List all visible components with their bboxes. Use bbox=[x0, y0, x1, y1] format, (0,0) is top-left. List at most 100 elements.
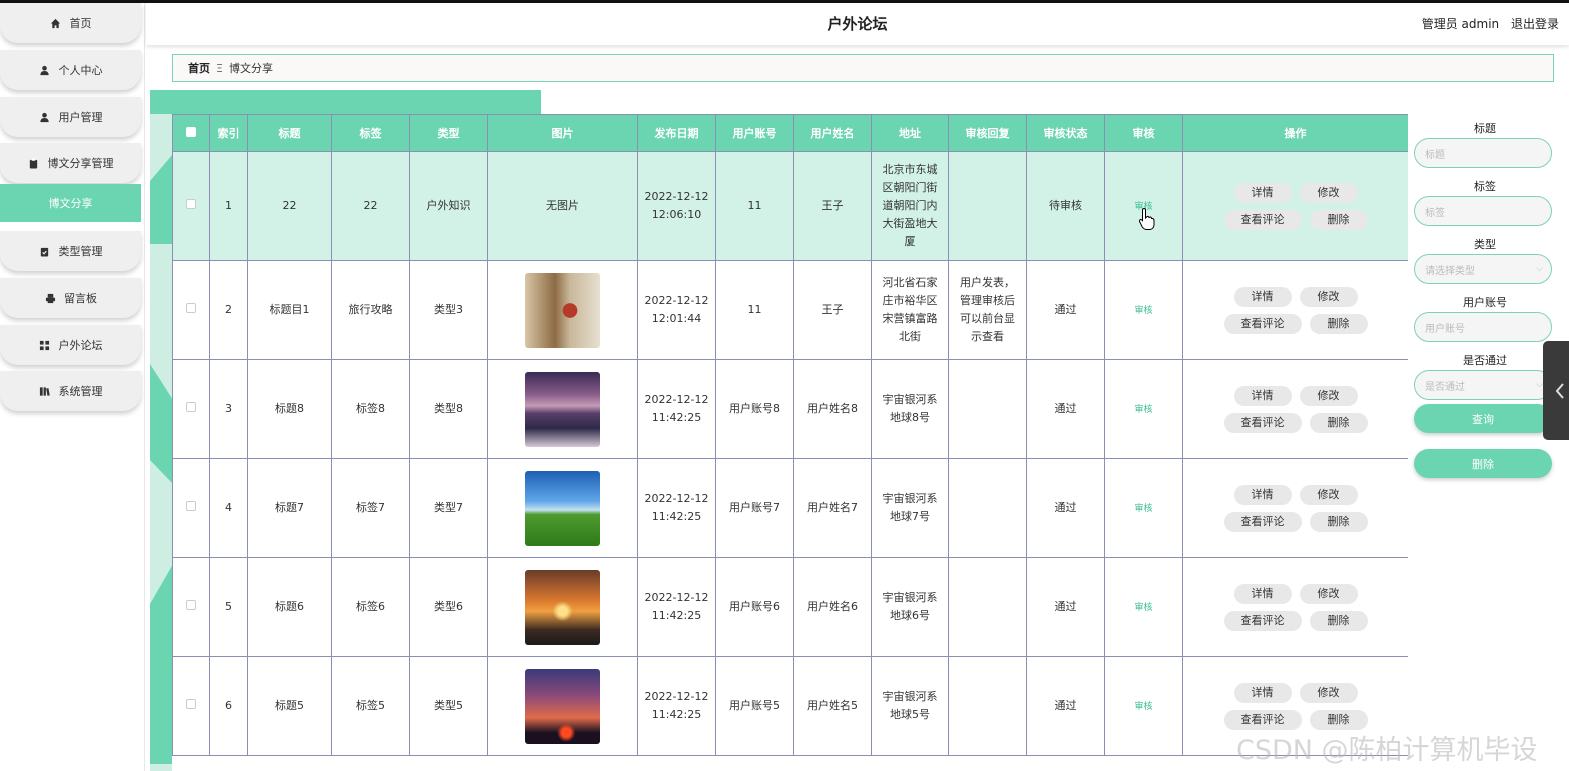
tag-filter-label: 标签 bbox=[1474, 180, 1496, 193]
sidebar-item-message-board[interactable]: 留言板 bbox=[0, 278, 141, 318]
row-checkbox[interactable] bbox=[186, 402, 196, 412]
address-cell: 宇宙银河系地球6号 bbox=[871, 557, 949, 657]
row-select-cell[interactable] bbox=[172, 260, 210, 360]
sidebar-item-blog-share[interactable]: 博文分享 bbox=[0, 184, 141, 222]
audit-link[interactable]: 审核 bbox=[1134, 603, 1152, 613]
audit-link[interactable]: 审核 bbox=[1134, 306, 1152, 316]
sidebar-item-user-management[interactable]: 用户管理 bbox=[0, 97, 141, 137]
side-drawer-tab[interactable] bbox=[1543, 341, 1569, 440]
detail-button[interactable]: 详情 bbox=[1233, 583, 1292, 604]
post-thumbnail[interactable] bbox=[525, 470, 600, 546]
audit-cell: 审核 bbox=[1104, 359, 1183, 459]
breadcrumb-home[interactable]: 首页 bbox=[188, 60, 210, 76]
name-cell: 王子 bbox=[793, 260, 872, 360]
address-cell: 北京市东城区朝阳门街道朝阳门内大街盈地大厦 bbox=[871, 151, 949, 261]
image-cell bbox=[487, 656, 638, 756]
delete-button[interactable]: 删除 bbox=[1309, 511, 1368, 532]
reply-cell bbox=[948, 151, 1027, 261]
edit-button[interactable]: 修改 bbox=[1299, 182, 1358, 203]
name-cell: 用户姓名5 bbox=[793, 656, 872, 756]
sidebar-item-home[interactable]: 首页 bbox=[0, 3, 141, 43]
ops-cell: 详情 修改 查看评论 删除 bbox=[1182, 260, 1408, 360]
account-cell: 11 bbox=[715, 260, 794, 360]
type-filter-select[interactable]: 请选择类型 ⌵ bbox=[1414, 254, 1552, 284]
select-all-header[interactable] bbox=[172, 114, 210, 152]
view-comments-button[interactable]: 查看评论 bbox=[1223, 610, 1302, 631]
title-filter-input[interactable]: 标题 bbox=[1414, 138, 1552, 168]
sidebar-item-label: 系统管理 bbox=[58, 385, 103, 398]
audit-link[interactable]: 审核 bbox=[1134, 405, 1152, 415]
delete-button[interactable]: 删除 bbox=[1309, 610, 1368, 631]
tag-cell: 标签7 bbox=[331, 458, 410, 558]
row-select-cell[interactable] bbox=[172, 458, 210, 558]
detail-button[interactable]: 详情 bbox=[1233, 682, 1292, 703]
user-icon bbox=[39, 64, 51, 76]
sidebar-item-system-management[interactable]: 系统管理 bbox=[0, 371, 141, 411]
table-row: 1 22 22 户外知识 无图片 2022-12-12 12:06:10 11 王… bbox=[172, 151, 1408, 261]
row-checkbox[interactable] bbox=[186, 501, 196, 511]
detail-button[interactable]: 详情 bbox=[1233, 385, 1292, 406]
sidebar-item-label: 博文分享管理 bbox=[47, 157, 114, 170]
status-cell: 待审核 bbox=[1026, 151, 1105, 261]
row-checkbox[interactable] bbox=[186, 699, 196, 709]
edit-button[interactable]: 修改 bbox=[1299, 484, 1358, 505]
tag-filter-input[interactable]: 标签 bbox=[1414, 196, 1552, 226]
view-comments-button[interactable]: 查看评论 bbox=[1223, 209, 1302, 230]
detail-button[interactable]: 详情 bbox=[1233, 286, 1292, 307]
column-header: 图片 bbox=[487, 114, 638, 152]
view-comments-button[interactable]: 查看评论 bbox=[1223, 313, 1302, 334]
edit-button[interactable]: 修改 bbox=[1299, 682, 1358, 703]
row-select-cell[interactable] bbox=[172, 151, 210, 261]
column-header: 用户姓名 bbox=[793, 114, 872, 152]
delete-button[interactable]: 删除 bbox=[1309, 313, 1368, 334]
edit-button[interactable]: 修改 bbox=[1299, 583, 1358, 604]
audit-link[interactable]: 审核 bbox=[1134, 504, 1152, 514]
post-thumbnail[interactable] bbox=[525, 371, 600, 447]
batch-delete-button[interactable]: 删除 bbox=[1414, 449, 1552, 478]
sidebar-item-type-management[interactable]: 类型管理 bbox=[0, 231, 141, 271]
type-cell: 类型5 bbox=[409, 656, 488, 756]
detail-button[interactable]: 详情 bbox=[1233, 484, 1292, 505]
audit-link[interactable]: 审核 bbox=[1134, 702, 1152, 712]
edit-button[interactable]: 修改 bbox=[1299, 385, 1358, 406]
sidebar-item-blog-share-management[interactable]: 博文分享管理 bbox=[0, 143, 141, 183]
sidebar-item-label: 户外论坛 bbox=[58, 339, 103, 352]
post-thumbnail[interactable] bbox=[525, 569, 600, 645]
title-filter-label: 标题 bbox=[1474, 122, 1496, 135]
pass-filter-placeholder: 是否通过 bbox=[1425, 381, 1465, 393]
select-all-checkbox[interactable] bbox=[186, 126, 196, 137]
view-comments-button[interactable]: 查看评论 bbox=[1223, 511, 1302, 532]
status-cell: 通过 bbox=[1026, 458, 1105, 558]
view-comments-button[interactable]: 查看评论 bbox=[1223, 412, 1302, 433]
row-select-cell[interactable] bbox=[172, 557, 210, 657]
post-thumbnail[interactable] bbox=[525, 272, 600, 348]
pass-filter-select[interactable]: 是否通过 ⌵ bbox=[1414, 370, 1552, 400]
title-cell: 22 bbox=[247, 151, 332, 261]
sidebar-item-personal-center[interactable]: 个人中心 bbox=[0, 50, 141, 90]
delete-button[interactable]: 删除 bbox=[1309, 709, 1368, 730]
row-checkbox[interactable] bbox=[186, 199, 196, 209]
ops-cell: 详情 修改 查看评论 删除 bbox=[1182, 359, 1408, 459]
account-filter-label: 用户账号 bbox=[1463, 296, 1507, 309]
date-cell: 2022-12-12 11:42:25 bbox=[637, 656, 716, 756]
detail-button[interactable]: 详情 bbox=[1233, 182, 1292, 203]
sidebar-item-outdoor-forum[interactable]: 户外论坛 bbox=[0, 325, 141, 365]
view-comments-button[interactable]: 查看评论 bbox=[1223, 709, 1302, 730]
tag-cell: 标签8 bbox=[331, 359, 410, 459]
post-thumbnail[interactable] bbox=[525, 668, 600, 744]
name-cell: 用户姓名8 bbox=[793, 359, 872, 459]
row-checkbox[interactable] bbox=[186, 303, 196, 313]
delete-button[interactable]: 删除 bbox=[1309, 209, 1368, 230]
logout-link[interactable]: 退出登录 bbox=[1511, 17, 1559, 31]
type-filter-label: 类型 bbox=[1474, 238, 1496, 251]
delete-button[interactable]: 删除 bbox=[1309, 412, 1368, 433]
edit-button[interactable]: 修改 bbox=[1299, 286, 1358, 307]
status-cell: 通过 bbox=[1026, 557, 1105, 657]
query-button[interactable]: 查询 bbox=[1414, 404, 1552, 433]
account-filter-input[interactable]: 用户账号 bbox=[1414, 312, 1552, 342]
pass-filter-label: 是否通过 bbox=[1463, 354, 1507, 367]
row-select-cell[interactable] bbox=[172, 359, 210, 459]
row-checkbox[interactable] bbox=[186, 600, 196, 610]
chevron-down-icon: ⌵ bbox=[1536, 264, 1543, 274]
row-select-cell[interactable] bbox=[172, 656, 210, 756]
